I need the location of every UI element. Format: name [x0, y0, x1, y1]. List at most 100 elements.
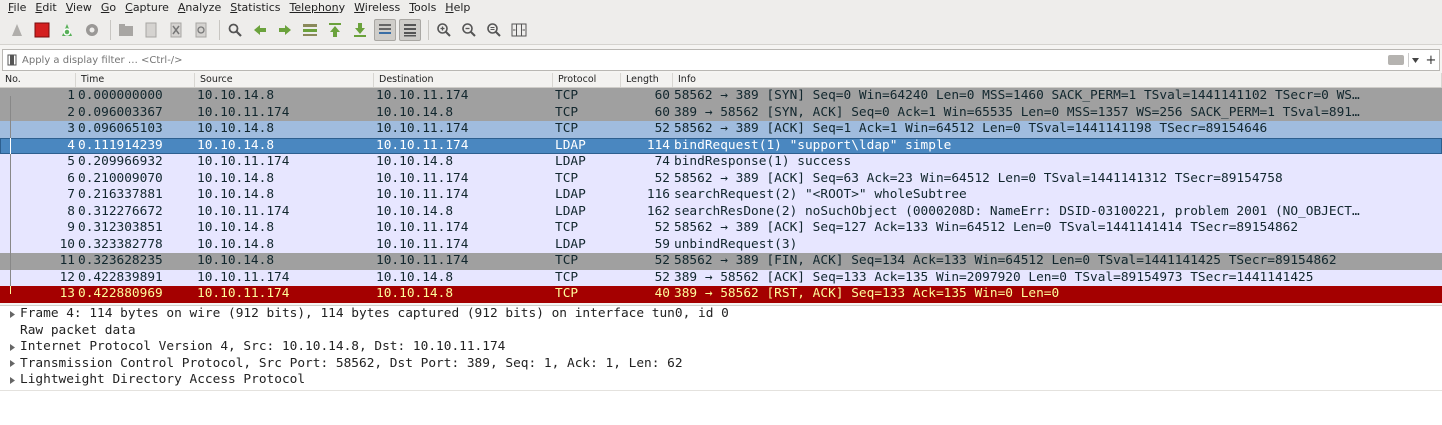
packet-cell-dst: 10.10.14.8 [376, 154, 454, 169]
packet-cell-proto: TCP [555, 286, 579, 301]
apply-filter-arrow-icon[interactable] [1388, 55, 1404, 65]
column-header-source[interactable]: Source [195, 73, 374, 87]
packet-row[interactable]: 2 0.096003367 10.10.11.174 10.10.14.8 TCP 60 3… [0, 104, 1442, 121]
packet-cell-src: 10.10.14.8 [197, 253, 275, 268]
packet-row[interactable]: 7 0.216337881 10.10.14.8 10.10.11.174 LDAP 11… [0, 187, 1442, 204]
menu-capture[interactable]: Capture [121, 0, 174, 16]
expand-arrow-icon[interactable] [8, 360, 16, 368]
packet-cell-info: searchResDone(2) noSuchObject (0000208D:… [674, 203, 1360, 219]
related-packet-line [10, 253, 11, 270]
menu-analyze[interactable]: Analyze [174, 0, 226, 16]
resize-columns-icon[interactable] [508, 19, 530, 41]
stop-capture-icon[interactable] [31, 19, 53, 41]
go-to-packet-icon[interactable] [299, 19, 321, 41]
packet-cell-dst: 10.10.11.174 [376, 137, 469, 153]
detail-tree-item[interactable]: Raw packet data [0, 323, 1442, 340]
packet-cell-time: 0.096065103 [78, 121, 163, 136]
menu-file[interactable]: File [4, 0, 31, 16]
column-header-time[interactable]: Time [76, 73, 195, 87]
zoom-out-icon[interactable] [458, 19, 480, 41]
toolbar-separator [219, 20, 220, 40]
colorize-icon[interactable] [399, 19, 421, 41]
display-filter-input[interactable] [22, 52, 1388, 68]
packet-bytes-pane[interactable] [0, 390, 1442, 425]
add-filter-button[interactable]: + [1423, 53, 1439, 68]
packet-row[interactable]: 3 0.096065103 10.10.14.8 10.10.11.174 TCP 52 5… [0, 121, 1442, 138]
detail-tree-item[interactable]: Transmission Control Protocol, Src Port:… [0, 356, 1442, 373]
related-packet-line [10, 236, 11, 253]
related-packet-line [10, 220, 11, 237]
menu-label: tatistics [237, 1, 281, 14]
menu-view[interactable]: View [62, 0, 97, 16]
shark-fin-start-icon[interactable] [6, 19, 28, 41]
detail-tree-item[interactable]: Frame 4: 114 bytes on wire (912 bits), 1… [0, 306, 1442, 323]
packet-row[interactable]: 6 0.210009070 10.10.14.8 10.10.11.174 TCP 52 5… [0, 170, 1442, 187]
packet-cell-src: 10.10.14.8 [197, 187, 275, 202]
packet-row[interactable]: 5 0.209966932 10.10.11.174 10.10.14.8 LDAP 74… [0, 154, 1442, 171]
detail-tree-item[interactable]: Lightweight Directory Access Protocol [0, 372, 1442, 389]
packet-row[interactable]: 8 0.312276672 10.10.11.174 10.10.14.8 LDAP 16… [0, 203, 1442, 220]
toolbar-separator [110, 20, 111, 40]
column-header-destination[interactable]: Destination [374, 73, 553, 87]
packet-row[interactable]: 10 0.323382778 10.10.14.8 10.10.11.174 LDAP 5… [0, 236, 1442, 253]
menu-statistics[interactable]: Statistics [226, 0, 285, 16]
packet-row[interactable]: 12 0.422839891 10.10.11.174 10.10.14.8 TCP 52… [0, 269, 1442, 286]
column-header-protocol[interactable]: Protocol [553, 73, 621, 87]
go-last-packet-icon[interactable] [349, 19, 371, 41]
packet-row[interactable]: 1 0.000000000 10.10.14.8 10.10.11.174 TCP 60 5… [0, 88, 1442, 105]
menu-help[interactable]: Help [441, 0, 475, 16]
menu-mnemonic: W [354, 1, 365, 14]
packet-cell-no: 12 [59, 269, 75, 285]
detail-tree-item[interactable]: Internet Protocol Version 4, Src: 10.10.… [0, 339, 1442, 356]
menu-tools[interactable]: Tools [405, 0, 441, 16]
menu-edit[interactable]: Edit [31, 0, 61, 16]
find-packet-icon[interactable] [224, 19, 246, 41]
menu-go[interactable]: Go [97, 0, 121, 16]
filter-bookmark-icon[interactable] [7, 54, 17, 66]
packet-row[interactable]: 4 0.111914239 10.10.14.8 10.10.11.174 LDAP 11… [0, 137, 1442, 154]
expand-arrow-icon[interactable] [8, 310, 16, 318]
packet-cell-time: 0.210009070 [78, 170, 163, 186]
zoom-in-icon[interactable] [433, 19, 455, 41]
auto-scroll-icon[interactable] [374, 19, 396, 41]
related-packet-line [10, 286, 11, 295]
menu-wireless[interactable]: Wireless [350, 0, 405, 16]
packet-cell-time: 0.209966932 [78, 154, 163, 169]
restart-capture-icon[interactable] [56, 19, 78, 41]
packet-details-pane[interactable]: Frame 4: 114 bytes on wire (912 bits), 1… [0, 305, 1442, 390]
go-back-arrow-icon[interactable] [249, 19, 271, 41]
packet-cell-src: 10.10.14.8 [197, 88, 275, 103]
packet-cell-info: bindResponse(1) success [674, 154, 852, 169]
packet-cell-dst: 10.10.11.174 [376, 170, 469, 186]
save-file-icon[interactable] [140, 19, 162, 41]
packet-row[interactable]: 9 0.312303851 10.10.14.8 10.10.11.174 TCP 52 5… [0, 220, 1442, 237]
menu-telephony[interactable]: Telephony [286, 0, 351, 16]
go-first-packet-icon[interactable] [324, 19, 346, 41]
column-header-info[interactable]: Info [673, 73, 1442, 87]
capture-options-gear-icon[interactable] [81, 19, 103, 41]
packet-cell-proto: LDAP [555, 137, 586, 153]
expand-arrow-icon[interactable] [8, 376, 16, 384]
packet-row[interactable]: 13 0.422880969 10.10.11.174 10.10.14.8 TCP 40… [0, 286, 1442, 303]
filter-dropdown-chevron-icon[interactable] [1408, 53, 1421, 67]
column-header-length[interactable]: Length [621, 73, 673, 87]
packet-cell-time: 0.323628235 [78, 253, 163, 268]
packet-cell-proto: LDAP [555, 187, 586, 202]
detail-tree-text: Lightweight Directory Access Protocol [20, 372, 306, 387]
zoom-normal-icon[interactable] [483, 19, 505, 41]
related-packet-line [10, 203, 11, 220]
open-file-icon[interactable] [115, 19, 137, 41]
packet-list[interactable]: 1 0.000000000 10.10.14.8 10.10.11.174 TCP 60 5… [0, 88, 1442, 303]
go-forward-arrow-icon[interactable] [274, 19, 296, 41]
packet-cell-no: 1 [67, 88, 75, 103]
column-header-no[interactable]: No. [0, 73, 76, 87]
reload-file-icon[interactable] [190, 19, 212, 41]
packet-cell-info: unbindRequest(3) [674, 236, 798, 252]
packet-cell-info: 58562 → 389 [ACK] Seq=127 Ack=133 Win=64… [674, 220, 1299, 235]
packet-cell-dst: 10.10.14.8 [376, 203, 454, 219]
packet-row[interactable]: 11 0.323628235 10.10.14.8 10.10.11.174 TCP 52… [0, 253, 1442, 270]
expand-arrow-icon[interactable] [8, 343, 16, 351]
packet-cell-no: 8 [67, 203, 75, 219]
packet-cell-no: 6 [67, 170, 75, 186]
close-file-icon[interactable] [165, 19, 187, 41]
